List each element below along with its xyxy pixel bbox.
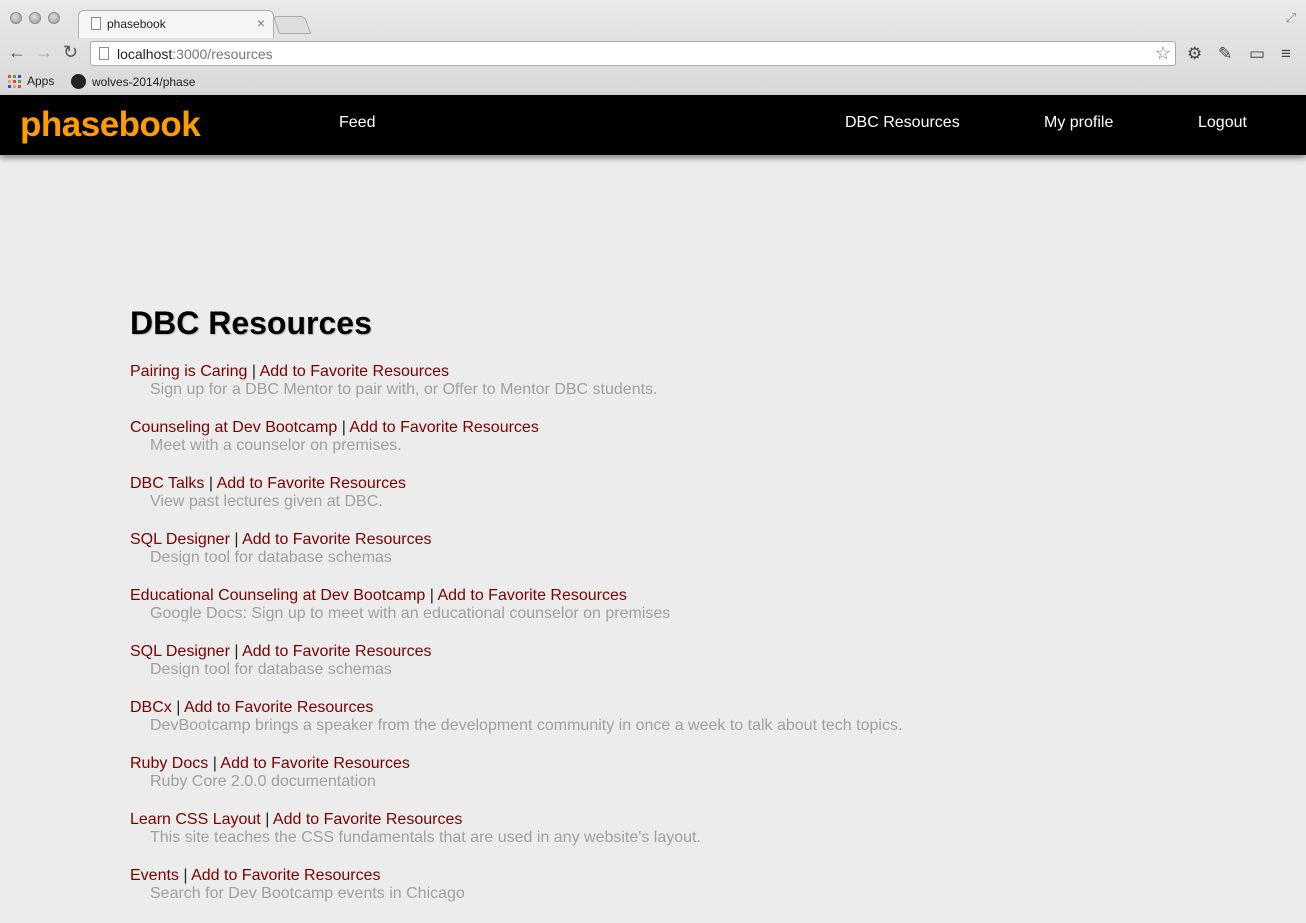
minimize-window-button[interactable] <box>29 12 41 24</box>
separator: | <box>341 419 346 436</box>
add-to-favorites-link[interactable]: Add to Favorite Resources <box>349 419 538 436</box>
resource-link[interactable]: Ruby Docs <box>130 755 208 772</box>
resource-item: Events | Add to Favorite Resources Search… <box>130 867 1230 923</box>
resource-link[interactable]: Pairing is Caring <box>130 363 247 380</box>
address-bar[interactable]: localhost:3000/resources ☆ <box>90 41 1176 66</box>
window-controls <box>10 12 60 24</box>
resource-line: DBC Talks | Add to Favorite Resources <box>130 475 1230 493</box>
add-to-favorites-link[interactable]: Add to Favorite Resources <box>191 867 380 884</box>
resource-item: Learn CSS Layout | Add to Favorite Resou… <box>130 811 1230 867</box>
add-to-favorites-link[interactable]: Add to Favorite Resources <box>220 755 409 772</box>
apps-grid-icon <box>8 74 21 88</box>
resource-line: Counseling at Dev Bootcamp | Add to Favo… <box>130 419 1230 437</box>
site-navbar: phasebook Feed DBC Resources My profile … <box>0 95 1306 155</box>
fullscreen-icon[interactable]: ⤢ <box>1286 10 1296 26</box>
bookmark-apps[interactable]: Apps <box>8 74 54 88</box>
close-window-button[interactable] <box>10 12 22 24</box>
resource-description: This site teaches the CSS fundamentals t… <box>150 829 701 846</box>
resource-line: Ruby Docs | Add to Favorite Resources <box>130 755 1230 773</box>
resource-link[interactable]: DBC Talks <box>130 475 204 492</box>
resource-line: Educational Counseling at Dev Bootcamp |… <box>130 587 1230 605</box>
resource-item: Pairing is Caring | Add to Favorite Reso… <box>130 363 1230 419</box>
resource-link[interactable]: SQL Designer <box>130 643 230 660</box>
menu-icon[interactable]: ≡ <box>1281 44 1291 64</box>
resource-description: Design tool for database schemas <box>150 549 392 566</box>
add-to-favorites-link[interactable]: Add to Favorite Resources <box>242 531 431 548</box>
bookmark-label: Apps <box>27 74 55 88</box>
resource-line: Events | Add to Favorite Resources <box>130 867 1230 885</box>
resource-link[interactable]: Educational Counseling at Dev Bootcamp <box>130 587 425 604</box>
resource-line: SQL Designer | Add to Favorite Resources <box>130 643 1230 661</box>
page-icon <box>99 47 109 60</box>
browser-chrome: phasebook × ⤢ ← → ↻ localhost:3000/resou… <box>0 0 1306 96</box>
resource-description: DevBootcamp brings a speaker from the de… <box>150 717 903 734</box>
resource-item: DBC Talks | Add to Favorite Resources Vie… <box>130 475 1230 531</box>
brand-logo[interactable]: phasebook <box>20 105 201 145</box>
add-to-favorites-link[interactable]: Add to Favorite Resources <box>242 643 431 660</box>
resource-item: Ruby Docs | Add to Favorite Resources Rub… <box>130 755 1230 811</box>
zoom-window-button[interactable] <box>48 12 60 24</box>
add-to-favorites-link[interactable]: Add to Favorite Resources <box>184 699 373 716</box>
resource-line: SQL Designer | Add to Favorite Resources <box>130 531 1230 549</box>
bookmark-github[interactable]: wolves-2014/phase <box>71 74 195 89</box>
resource-link[interactable]: Learn CSS Layout <box>130 811 261 828</box>
separator: | <box>176 699 181 716</box>
page-title: DBC Resources <box>130 305 372 341</box>
eyedropper-icon[interactable]: ✎ <box>1218 44 1232 64</box>
browser-tab[interactable]: phasebook × <box>78 10 274 38</box>
reload-icon[interactable]: ↻ <box>63 42 78 63</box>
add-to-favorites-link[interactable]: Add to Favorite Resources <box>437 587 626 604</box>
resource-description: Sign up for a DBC Mentor to pair with, o… <box>150 381 658 398</box>
separator: | <box>208 475 213 492</box>
resource-item: SQL Designer | Add to Favorite Resources… <box>130 643 1230 699</box>
bookmark-star-icon[interactable]: ☆ <box>1155 43 1171 64</box>
add-to-favorites-link[interactable]: Add to Favorite Resources <box>217 475 406 492</box>
resource-description: Google Docs: Sign up to meet with an edu… <box>150 605 671 622</box>
add-to-favorites-link[interactable]: Add to Favorite Resources <box>273 811 462 828</box>
main-content: DBC Resources Pairing is Caring | Add to… <box>130 305 1230 923</box>
resource-description: Search for Dev Bootcamp events in Chicag… <box>150 885 465 902</box>
new-tab-button[interactable] <box>272 16 312 34</box>
resource-description: Meet with a counselor on premises. <box>150 437 402 454</box>
nav-my-profile[interactable]: My profile <box>1044 114 1113 132</box>
add-to-favorites-link[interactable]: Add to Favorite Resources <box>260 363 449 380</box>
nav-dbc-resources[interactable]: DBC Resources <box>845 114 960 132</box>
separator: | <box>234 643 239 660</box>
nav-logout[interactable]: Logout <box>1198 114 1247 132</box>
page-icon <box>91 17 101 30</box>
resource-line: Learn CSS Layout | Add to Favorite Resou… <box>130 811 1230 829</box>
separator: | <box>251 363 256 380</box>
separator: | <box>212 755 217 772</box>
tab-title: phasebook <box>107 17 166 31</box>
forward-icon[interactable]: → <box>35 42 53 63</box>
resource-line: Pairing is Caring | Add to Favorite Reso… <box>130 363 1230 381</box>
cast-icon[interactable]: ▭ <box>1249 44 1265 64</box>
resource-link[interactable]: SQL Designer <box>130 531 230 548</box>
bookmarks-bar: Apps wolves-2014/phase <box>0 70 1306 94</box>
resource-link[interactable]: DBCx <box>130 699 172 716</box>
resource-line: DBCx | Add to Favorite Resources <box>130 699 1230 717</box>
url-text: localhost:3000/resources <box>117 46 273 62</box>
resource-item: Counseling at Dev Bootcamp | Add to Favo… <box>130 419 1230 475</box>
separator: | <box>429 587 434 604</box>
resource-item: SQL Designer | Add to Favorite Resources… <box>130 531 1230 587</box>
nav-feed[interactable]: Feed <box>339 114 375 132</box>
separator: | <box>265 811 270 828</box>
resource-link[interactable]: Events <box>130 867 179 884</box>
browser-toolbar: ← → ↻ localhost:3000/resources ☆ ⚙ ✎ ▭ ≡ <box>0 38 1306 70</box>
separator: | <box>183 867 188 884</box>
resource-item: DBCx | Add to Favorite Resources DevBootc… <box>130 699 1230 755</box>
resource-description: View past lectures given at DBC. <box>150 493 383 510</box>
resource-list: Pairing is Caring | Add to Favorite Reso… <box>130 363 1230 923</box>
gear-icon[interactable]: ⚙ <box>1187 44 1202 64</box>
resource-item: Educational Counseling at Dev Bootcamp |… <box>130 587 1230 643</box>
github-icon <box>71 74 86 89</box>
resource-link[interactable]: Counseling at Dev Bootcamp <box>130 419 337 436</box>
resource-description: Design tool for database schemas <box>150 661 392 678</box>
resource-description: Ruby Core 2.0.0 documentation <box>150 773 376 790</box>
tab-close-icon[interactable]: × <box>257 15 265 31</box>
separator: | <box>234 531 239 548</box>
back-icon[interactable]: ← <box>8 42 26 63</box>
bookmark-label: wolves-2014/phase <box>92 74 196 89</box>
